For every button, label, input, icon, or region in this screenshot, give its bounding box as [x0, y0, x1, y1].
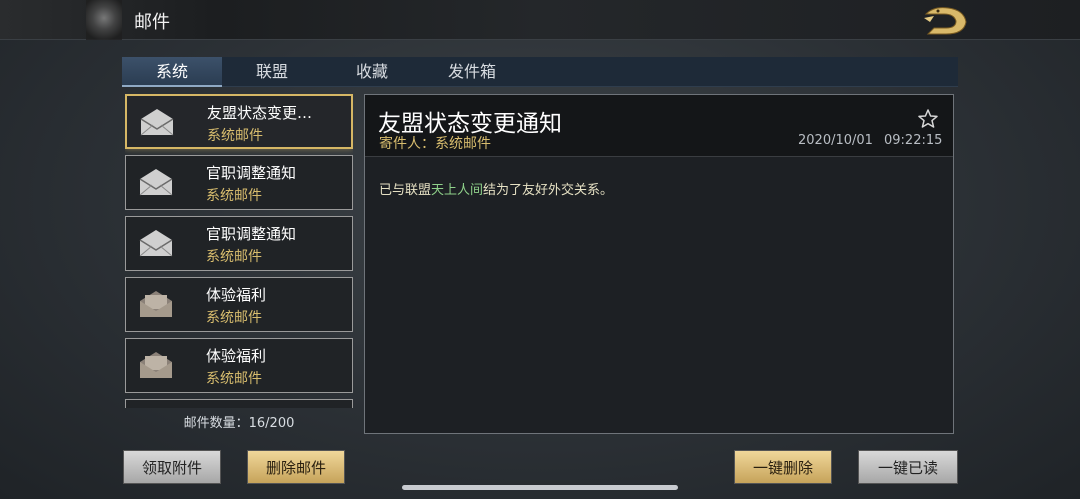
mail-item[interactable]: 官职调整通知 系统邮件 — [125, 155, 353, 210]
mail-sender: 系统邮件 — [206, 249, 262, 265]
mail-title: 官职调整通知 — [206, 225, 297, 243]
delete-mail-button[interactable]: 删除邮件 — [247, 450, 345, 484]
mail-detail-time: 09:22:15 — [884, 133, 943, 148]
envelope-open-icon — [140, 352, 172, 378]
envelope-open-icon — [140, 291, 172, 317]
mail-body-text: 结为了友好外交关系。 — [483, 183, 614, 198]
mail-detail-body: 已与联盟天上人间结为了友好外交关系。 — [379, 179, 613, 198]
mail-count: 邮件数量：16/200 — [183, 416, 295, 431]
mail-sender: 系统邮件 — [206, 188, 262, 204]
tab-favorites[interactable]: 收藏 — [322, 57, 422, 87]
alliance-name-link[interactable]: 天上人间 — [431, 183, 483, 198]
mail-item-partial[interactable] — [125, 399, 353, 408]
mail-title: 官职调整通知 — [206, 164, 297, 182]
claim-attachment-button[interactable]: 领取附件 — [123, 450, 221, 484]
mail-detail-header: 友盟状态变更通知 寄件人：系统邮件 2020/10/01 09:22:15 — [365, 95, 953, 157]
top-bar: 邮件 — [0, 0, 1080, 40]
corner-art-icon — [86, 0, 122, 40]
delete-all-button[interactable]: 一键删除 — [734, 450, 832, 484]
envelope-icon — [139, 230, 173, 257]
mail-detail-sender: 寄件人：系统邮件 — [379, 136, 491, 152]
mail-item[interactable]: 官职调整通知 系统邮件 — [125, 216, 353, 271]
star-icon[interactable] — [917, 108, 939, 130]
envelope-icon — [139, 169, 173, 196]
mail-detail-panel: 友盟状态变更通知 寄件人：系统邮件 2020/10/01 09:22:15 已与… — [364, 94, 954, 434]
mail-sender: 系统邮件 — [207, 128, 263, 144]
mail-sender: 系统邮件 — [206, 310, 262, 326]
mail-list[interactable]: 友盟状态变更… 系统邮件 官职调整通知 系统邮件 官职调整通知 系统邮件 体验福… — [125, 94, 353, 408]
mail-title: 友盟状态变更… — [207, 104, 313, 122]
mail-title: 体验福利 — [206, 286, 267, 304]
mail-sender: 系统邮件 — [206, 371, 262, 387]
envelope-icon — [140, 109, 174, 136]
mail-item[interactable]: 体验福利 系统邮件 — [125, 338, 353, 393]
back-dragon-icon[interactable] — [920, 4, 970, 36]
mail-item[interactable]: 友盟状态变更… 系统邮件 — [125, 94, 353, 149]
mail-detail-date: 2020/10/01 — [798, 133, 873, 148]
tab-alliance[interactable]: 联盟 — [222, 57, 322, 87]
page-title: 邮件 — [134, 12, 170, 33]
tab-bar: 系统 联盟 收藏 发件箱 — [122, 57, 958, 87]
home-indicator[interactable] — [402, 485, 678, 490]
mail-title: 体验福利 — [206, 347, 267, 365]
read-all-button[interactable]: 一键已读 — [858, 450, 958, 484]
mail-body-text: 已与联盟 — [379, 183, 432, 198]
tab-system[interactable]: 系统 — [122, 57, 222, 87]
tab-outbox[interactable]: 发件箱 — [422, 57, 522, 87]
mail-item[interactable]: 体验福利 系统邮件 — [125, 277, 353, 332]
